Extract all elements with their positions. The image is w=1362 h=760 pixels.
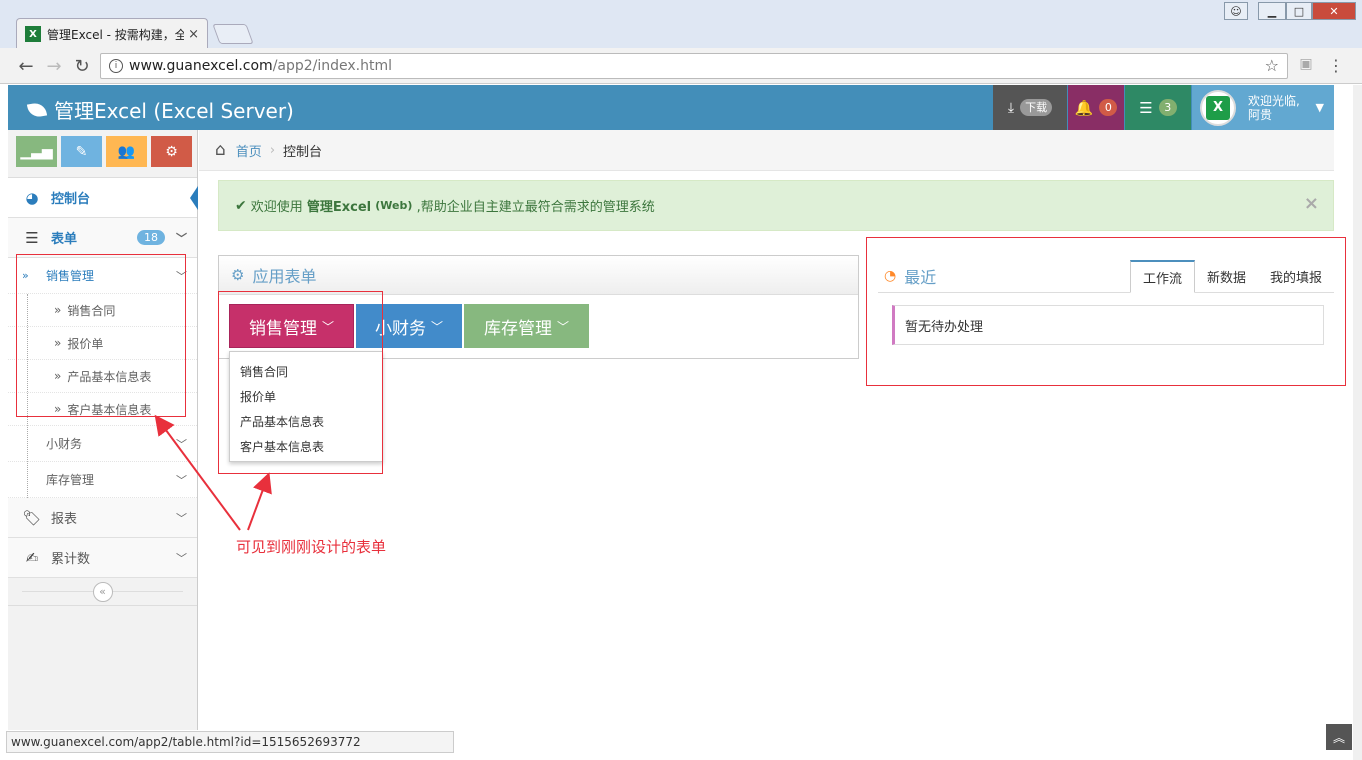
annotation-arrow-sidebar bbox=[154, 414, 241, 531]
annotation-text: 可见到刚刚设计的表单 bbox=[236, 538, 387, 556]
browser-status-bar: www.guanexcel.com/app2/table.html?id=151… bbox=[6, 731, 454, 753]
double-chevron-up-icon: ︽ bbox=[1332, 730, 1345, 745]
scroll-to-top-button[interactable]: ︽ bbox=[1326, 724, 1352, 750]
annotation-arrow-dropdown bbox=[247, 472, 272, 531]
annotation-arrows bbox=[154, 414, 272, 531]
page-scrollbar[interactable] bbox=[1353, 85, 1362, 760]
